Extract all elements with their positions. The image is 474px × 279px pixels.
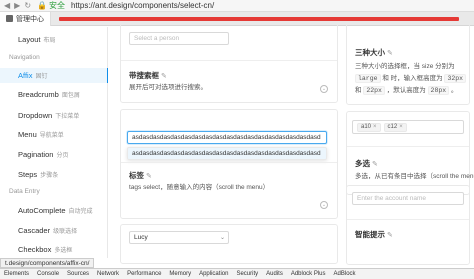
chevron-down-icon[interactable]: ⌄ xyxy=(220,234,225,241)
lucy-select[interactable]: Lucy xyxy=(129,231,229,244)
devtools-tab-memory[interactable]: Memory xyxy=(165,271,195,277)
sidebar-item-cascader[interactable]: Cascader 级联选择 xyxy=(18,226,77,235)
status-url: t.design/components/affix-cn/ xyxy=(0,258,95,268)
devtools-tab-security[interactable]: Security xyxy=(232,271,262,277)
sidebar-item-dropdown[interactable]: Dropdown 下拉菜单 xyxy=(18,111,79,120)
card-divider-3 xyxy=(347,146,469,147)
sidebar-item-steps[interactable]: Steps 步骤条 xyxy=(18,170,58,179)
long-value-select[interactable]: asdasdasdasdasdasdasdasdasdasdasdasdasda… xyxy=(127,131,327,144)
edit-icon[interactable]: ✎ xyxy=(387,232,393,239)
demo-card-lucy xyxy=(120,224,338,264)
edit-icon[interactable]: ✎ xyxy=(372,161,378,168)
forward-icon[interactable]: ▶ xyxy=(14,1,20,10)
card-divider xyxy=(121,60,337,61)
edit-icon[interactable]: ✎ xyxy=(387,50,393,57)
main-content: Select a person 带搜索框 ✎ 展开后可对选项进行搜索。 ⌄ asd… xyxy=(108,23,474,265)
devtools-tab-adblock[interactable]: AdBlock xyxy=(330,271,360,277)
sidebar-item-breadcrumb[interactable]: Breadcrumb 面包屑 xyxy=(18,90,80,99)
sidebar-item-pagination[interactable]: Pagination 分页 xyxy=(18,150,68,159)
back-icon[interactable]: ◀ xyxy=(4,1,10,10)
search-desc: 展开后可对选项进行搜索。 xyxy=(129,84,207,91)
devtools-tab-application[interactable]: Application xyxy=(195,271,232,277)
sidebar-group-data-entry: Data Entry xyxy=(9,188,40,195)
sidebar-group-navigation: Navigation xyxy=(9,54,40,61)
card-divider-2 xyxy=(121,162,337,163)
browser-tab[interactable]: 管理中心 xyxy=(0,11,51,26)
size-title: 三种大小 ✎ xyxy=(355,48,393,57)
devtools-tab-console[interactable]: Console xyxy=(33,271,63,277)
sidebar-active-highlight xyxy=(0,68,109,83)
devtools-tab-network[interactable]: Network xyxy=(93,271,123,277)
sidebar-item-checkbox[interactable]: Checkbox 多选框 xyxy=(18,245,72,254)
url-field[interactable]: https://ant.design/components/select-cn/ xyxy=(71,1,214,10)
tag-a10[interactable]: a10 × xyxy=(357,122,381,132)
lock-icon: 🔒 xyxy=(37,1,47,10)
close-icon[interactable]: × xyxy=(399,124,403,130)
edit-icon[interactable]: ✎ xyxy=(161,73,167,80)
address-bar: ◀ ▶ ↻ 🔒 安全 https://ant.design/components… xyxy=(0,0,474,12)
account-input[interactable]: Enter the account name xyxy=(352,192,464,205)
devtools-tab-elements[interactable]: Elements xyxy=(0,271,33,277)
dropdown-option[interactable]: asdasdasdasdasdasdasdasdasdasdasdasdasda… xyxy=(127,147,327,160)
expand-code-icon[interactable]: ⌄ xyxy=(320,201,328,209)
close-icon[interactable]: × xyxy=(373,124,377,130)
browser-window: ◀ ▶ ↻ 🔒 安全 https://ant.design/components… xyxy=(0,0,474,279)
person-select[interactable]: Select a person xyxy=(129,32,229,45)
devtools-tab-adblock-plus[interactable]: Adblock Plus xyxy=(287,271,330,277)
devtools-tab-sources[interactable]: Sources xyxy=(63,271,93,277)
secure-label: 安全 xyxy=(48,1,65,10)
expand-code-icon[interactable]: ⌄ xyxy=(320,85,328,93)
sidebar-item-affix[interactable]: Affix 固钉 xyxy=(18,71,47,80)
edit-icon[interactable]: ✎ xyxy=(146,173,152,180)
redaction-bar xyxy=(59,16,459,21)
multi-select[interactable]: a10 × c12 × xyxy=(352,120,464,134)
sidebar: Layout 布局 Navigation Affix 固钉 Breadcrumb 面包… xyxy=(0,27,109,258)
smart-title: 智能提示 ✎ xyxy=(355,230,393,239)
tag-c12[interactable]: c12 × xyxy=(383,122,407,132)
devtools-tabs: Elements Console Sources Network Perform… xyxy=(0,268,474,279)
tags-desc: tags select，随意输入的内容（scroll the menu） xyxy=(129,184,270,191)
sidebar-item-menu[interactable]: Menu 导航菜单 xyxy=(18,130,64,139)
sidebar-item-layout[interactable]: Layout 布局 xyxy=(18,35,56,44)
devtools-tab-audits[interactable]: Audits xyxy=(262,271,287,277)
multi-desc: 多选，从已有条目中选择（scroll the menu） xyxy=(355,173,474,180)
tab-title: 管理中心 xyxy=(16,15,44,23)
card-divider-4 xyxy=(347,219,469,220)
sidebar-item-autocomplete[interactable]: AutoComplete 自动完成 xyxy=(18,206,93,215)
tags-title: 标签 ✎ xyxy=(129,171,152,180)
nav-buttons: ◀ ▶ ↻ xyxy=(0,1,31,10)
multi-title: 多选 ✎ xyxy=(355,159,378,168)
reload-icon[interactable]: ↻ xyxy=(24,1,31,10)
demo-card-tags xyxy=(120,109,338,219)
search-title: 带搜索框 ✎ xyxy=(129,71,167,80)
favicon-icon xyxy=(6,15,13,22)
size-desc: 三种大小的选择框，当 size 分别为 large 和 时，输入框高度为 32p… xyxy=(355,61,473,97)
devtools-tab-performance[interactable]: Performance xyxy=(123,271,165,277)
